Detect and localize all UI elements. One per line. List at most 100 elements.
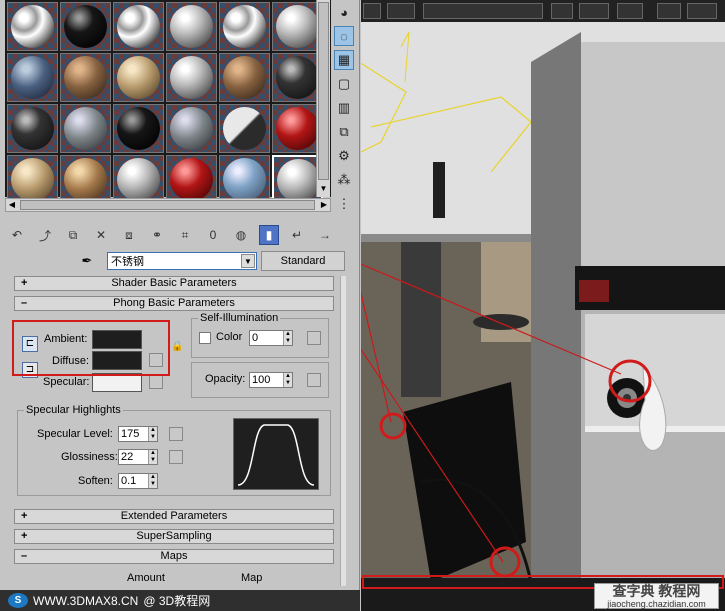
specular-level-spinner[interactable]: 175 ▲ ▼ bbox=[118, 426, 158, 442]
align-icon[interactable] bbox=[579, 3, 609, 19]
main-toolbar-strip bbox=[361, 0, 725, 22]
glossiness-map-button[interactable] bbox=[169, 450, 183, 464]
scroll-right-icon[interactable]: ▶ bbox=[318, 199, 330, 211]
reset-map-icon[interactable]: ✕ bbox=[91, 225, 111, 245]
rollout-scrollbar[interactable] bbox=[340, 276, 346, 586]
glossiness-label: Glossiness: bbox=[61, 451, 118, 463]
show-map-in-viewport-icon[interactable]: ◍ bbox=[231, 225, 251, 245]
backlight-icon[interactable]: ◌ bbox=[334, 26, 354, 46]
toolbar-button[interactable] bbox=[387, 3, 415, 19]
sample-slot[interactable] bbox=[113, 104, 164, 153]
put-to-library-icon[interactable]: ⌗ bbox=[175, 225, 195, 245]
sample-slot[interactable] bbox=[219, 2, 270, 51]
sample-slot[interactable] bbox=[7, 53, 58, 102]
self-illum-value-spinner[interactable]: 0 ▲ ▼ bbox=[249, 330, 293, 346]
soften-label: Soften: bbox=[78, 475, 113, 487]
rollout-shader-basic[interactable]: + Shader Basic Parameters bbox=[14, 276, 334, 291]
watermark-url: jiaocheng.chazidian.com bbox=[607, 599, 706, 609]
rollout-phong-basic[interactable]: – Phong Basic Parameters bbox=[14, 296, 334, 311]
soften-spinner[interactable]: 0.1 ▲ ▼ bbox=[118, 473, 158, 489]
rollout-supersampling[interactable]: + SuperSampling bbox=[14, 529, 334, 544]
sample-slot[interactable] bbox=[7, 104, 58, 153]
sample-slot[interactable] bbox=[166, 53, 217, 102]
sample-slot[interactable] bbox=[60, 104, 111, 153]
self-illum-map-button[interactable] bbox=[307, 331, 321, 345]
rollout-title: SuperSampling bbox=[136, 530, 212, 542]
specular-map-button[interactable] bbox=[149, 375, 163, 389]
assign-to-selection-icon[interactable]: ⧉ bbox=[63, 225, 83, 245]
curve-editor-icon[interactable] bbox=[657, 3, 681, 19]
rollout-extended-parameters[interactable]: + Extended Parameters bbox=[14, 509, 334, 524]
sample-slot[interactable] bbox=[113, 53, 164, 102]
rollout-title: Extended Parameters bbox=[120, 510, 228, 522]
watermark-title: 查字典 教程网 bbox=[612, 583, 701, 599]
color-label: Color bbox=[216, 331, 243, 343]
opacity-map-button[interactable] bbox=[307, 373, 321, 387]
copy-material-icon[interactable]: ⧈ bbox=[119, 225, 139, 245]
toolbar-button[interactable] bbox=[363, 3, 381, 19]
material-id-channel[interactable]: 0 bbox=[203, 225, 223, 245]
sample-slot[interactable] bbox=[113, 155, 164, 204]
eyedropper-icon[interactable]: ✒ bbox=[78, 252, 96, 270]
sample-slot[interactable] bbox=[60, 2, 111, 51]
highlight-curve bbox=[237, 424, 315, 486]
sample-slot[interactable] bbox=[166, 104, 217, 153]
material-name-text: 不锈钢 bbox=[111, 256, 144, 268]
sample-slot[interactable] bbox=[7, 2, 58, 51]
mirror-icon[interactable] bbox=[551, 3, 573, 19]
make-unique-icon[interactable]: ⚭ bbox=[147, 225, 167, 245]
sample-slot[interactable] bbox=[219, 53, 270, 102]
material-toolbar: ↶ ⤴ ⧉ ✕ ⧈ ⚭ ⌗ 0 ◍ ▮ ↵ → bbox=[5, 224, 340, 246]
sample-slot[interactable] bbox=[219, 104, 270, 153]
background-icon[interactable]: ▦ bbox=[334, 50, 354, 70]
sample-type-icon[interactable]: ◕ bbox=[334, 2, 354, 22]
put-to-scene-icon[interactable]: ⤴ bbox=[35, 225, 55, 245]
glossiness-spinner[interactable]: 22 ▲ ▼ bbox=[118, 449, 158, 465]
material-name-row: ✒ 不锈钢 ▼ Standard bbox=[5, 251, 345, 271]
specular-level-value: 175 bbox=[121, 428, 140, 440]
rollout-maps[interactable]: – Maps bbox=[14, 549, 334, 564]
site-footer: S WWW.3DMAX8.CN @ 3D教程网 bbox=[0, 590, 360, 611]
specular-level-map-button[interactable] bbox=[169, 427, 183, 441]
go-to-parent-icon[interactable]: ↵ bbox=[287, 225, 307, 245]
show-end-result-icon[interactable]: ▮ bbox=[259, 225, 279, 245]
sample-slot[interactable] bbox=[60, 155, 111, 204]
sample-slot[interactable] bbox=[166, 155, 217, 204]
lock-icon[interactable]: 🔒 bbox=[171, 341, 183, 352]
specular-level-label: Specular Level: bbox=[37, 428, 113, 440]
opacity-spinner[interactable]: 100 ▲ ▼ bbox=[249, 372, 293, 388]
perspective-viewport[interactable]: 查字典 教程网 jiaocheng.chazidian.com bbox=[361, 0, 725, 611]
self-illum-color-checkbox[interactable] bbox=[199, 332, 211, 344]
go-forward-sibling-icon[interactable]: → bbox=[315, 225, 335, 245]
slots-horizontal-scrollbar[interactable]: ◀ ▶ bbox=[5, 198, 331, 212]
make-preview-icon[interactable]: ⧉ bbox=[334, 122, 354, 142]
highlight-box bbox=[12, 320, 170, 376]
sample-slot[interactable] bbox=[219, 155, 270, 204]
select-by-material-icon[interactable]: ⁂ bbox=[334, 170, 354, 190]
screen: ▼ ◀ ▶ ◕ ◌ ▦ ▢ ▥ ⧉ ⚙ ⁂ ⋮ ↶ ⤴ ⧉ ✕ ⧈ ⚭ ⌗ 0 … bbox=[0, 0, 725, 611]
sample-slot[interactable] bbox=[60, 53, 111, 102]
video-check-icon[interactable]: ▥ bbox=[334, 98, 354, 118]
get-material-icon[interactable]: ↶ bbox=[7, 225, 27, 245]
chevron-down-icon[interactable]: ▼ bbox=[241, 254, 255, 268]
sample-slot[interactable] bbox=[113, 2, 164, 51]
sample-slot[interactable] bbox=[166, 2, 217, 51]
named-selection-dropdown[interactable] bbox=[423, 3, 543, 19]
schematic-view-icon[interactable] bbox=[687, 3, 717, 19]
material-name-field[interactable]: 不锈钢 ▼ bbox=[107, 252, 257, 270]
slots-vertical-scrollbar[interactable]: ▼ bbox=[316, 0, 330, 197]
options-icon[interactable]: ⚙ bbox=[334, 146, 354, 166]
soften-value: 0.1 bbox=[121, 475, 137, 487]
rollout-title: Maps bbox=[160, 550, 188, 562]
scroll-left-icon[interactable]: ◀ bbox=[6, 199, 18, 211]
opacity-label: Opacity: bbox=[205, 373, 246, 385]
layer-manager-icon[interactable] bbox=[617, 3, 643, 19]
sample-slot[interactable] bbox=[7, 155, 58, 204]
footer-site-url: WWW.3DMAX8.CN bbox=[33, 593, 139, 608]
scroll-down-icon[interactable]: ▼ bbox=[318, 183, 329, 195]
material-type-button[interactable]: Standard bbox=[261, 251, 345, 271]
scroll-thumb[interactable] bbox=[20, 200, 315, 210]
scroll-thumb[interactable] bbox=[318, 2, 329, 180]
uv-tiling-icon[interactable]: ▢ bbox=[334, 74, 354, 94]
material-navigator-icon[interactable]: ⋮ bbox=[334, 194, 354, 214]
